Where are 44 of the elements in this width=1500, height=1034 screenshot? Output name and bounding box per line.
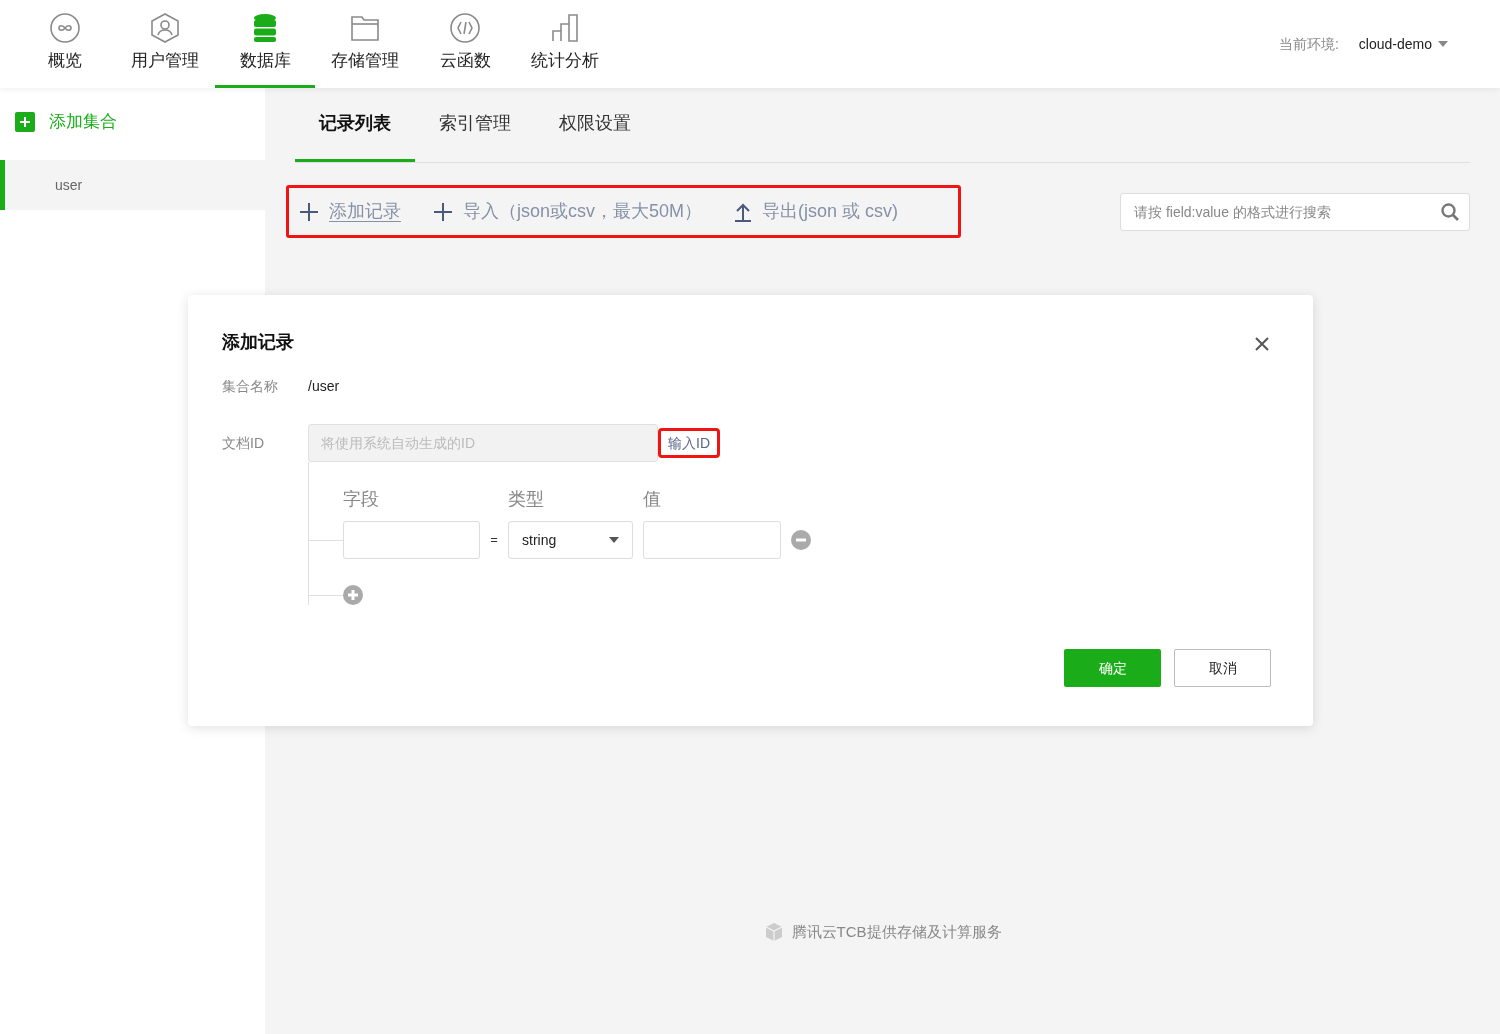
minus-circle-icon [791,530,811,550]
type-select[interactable]: string [508,521,633,559]
env-dropdown[interactable]: cloud-demo [1358,33,1448,55]
nav-tab[interactable]: 概览 [15,0,115,88]
close-button[interactable] [1253,335,1271,353]
cancel-button[interactable]: 取消 [1174,649,1271,687]
code-circle-icon [449,11,481,44]
env-label: 当前环境: [1278,34,1339,54]
column-header: 字段 [343,488,380,511]
search-icon [1440,201,1460,222]
collection-item[interactable]: user [0,160,265,210]
footer-text: 腾讯云TCB提供存储及计算服务 [791,921,1002,942]
enter-id-link[interactable]: 输入ID [658,428,720,458]
nav-tab[interactable]: 存储管理 [315,0,415,88]
value-input[interactable] [643,521,781,559]
doc-id-label: 文档ID [222,433,265,453]
remove-row-button[interactable] [791,530,811,550]
equals-sign: = [489,531,499,550]
content-tab[interactable]: 索引管理 [415,88,535,162]
search-field[interactable]: 请按 field:value 的格式进行搜索 [1120,192,1470,231]
user-hexagon-icon [149,11,181,44]
content-tab[interactable]: 记录列表 [295,88,415,162]
nav-tab[interactable]: 云函数 [415,0,515,88]
infinity-circle-icon [49,11,81,44]
content-tab[interactable]: 权限设置 [535,88,655,162]
plus-icon [299,201,319,222]
add-row-button[interactable] [343,585,363,605]
collection-label: 集合名称 [222,377,279,396]
field-name-input[interactable] [343,521,480,559]
nav-tab[interactable]: 用户管理 [115,0,215,88]
plus-icon [433,201,453,222]
close-icon [1255,337,1269,351]
cube-icon [763,921,784,942]
dialog-title: 添加记录 [222,331,294,354]
caret-icon [609,537,619,543]
nav-tab[interactable]: 统计分析 [515,0,615,88]
caret-icon [1438,41,1448,47]
plus-circle-icon [343,585,363,605]
column-header: 值 [643,488,661,511]
collection-value: /user [308,377,340,396]
upload-icon [734,201,753,222]
column-header: 类型 [508,488,545,511]
plus-square-icon [15,112,35,132]
bar-chart-icon [549,11,581,44]
